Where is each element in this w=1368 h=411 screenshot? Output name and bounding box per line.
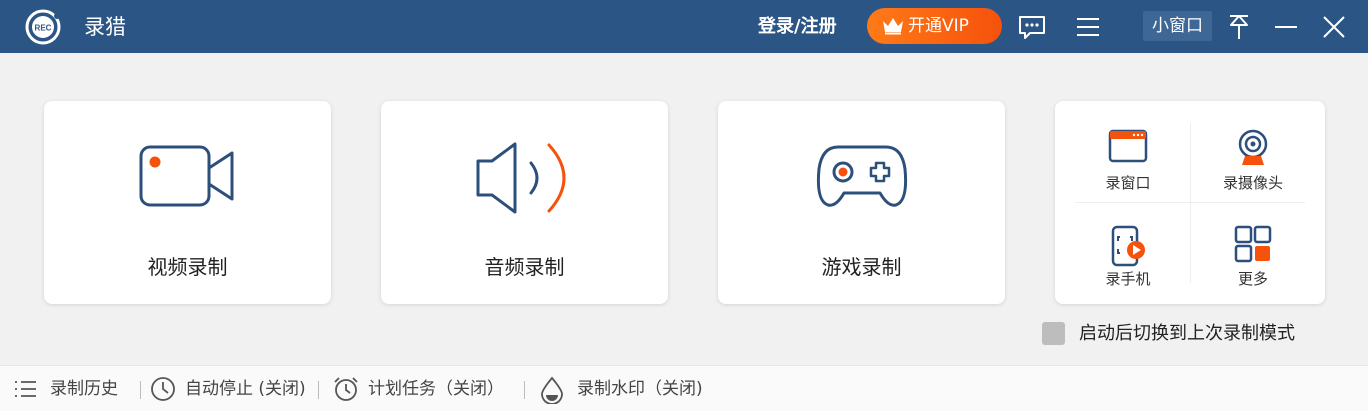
app-title: 录猎 bbox=[84, 15, 126, 39]
list-icon bbox=[15, 381, 36, 397]
menu-icon[interactable] bbox=[1073, 12, 1103, 42]
window-icon bbox=[1108, 129, 1148, 163]
open-vip-button[interactable]: 开通VIP bbox=[867, 8, 1002, 44]
mini-window-button[interactable]: 小窗口 bbox=[1143, 11, 1212, 41]
rec-logo-icon: REC bbox=[24, 8, 62, 46]
bottom-separator bbox=[140, 381, 141, 399]
logo-text: REC bbox=[35, 24, 52, 33]
auto-stop-button[interactable]: 自动停止 (关闭) bbox=[150, 376, 310, 402]
gamepad-icon bbox=[816, 145, 907, 207]
watermark-button[interactable]: 录制水印（关闭) bbox=[540, 376, 720, 404]
audio-record-card[interactable]: 音频录制 bbox=[381, 101, 668, 304]
startup-restore-mode-label: 启动后切换到上次录制模式 bbox=[1079, 323, 1295, 344]
close-icon[interactable] bbox=[1319, 12, 1349, 42]
record-history-button[interactable]: 录制历史 bbox=[14, 376, 129, 402]
vip-label: 开通VIP bbox=[908, 16, 969, 36]
panel-divider-horizontal bbox=[1075, 202, 1305, 203]
record-window-label: 录窗口 bbox=[1105, 174, 1151, 192]
crown-icon bbox=[883, 18, 903, 35]
webcam-icon bbox=[1238, 129, 1268, 165]
title-bar: REC 录猎 登录/注册 开通VIP 小窗口 bbox=[0, 0, 1368, 53]
alarm-icon bbox=[334, 377, 358, 401]
watermark-label: 录制水印（关闭) bbox=[577, 379, 703, 399]
phone-icon bbox=[1111, 225, 1145, 267]
checkbox-box[interactable] bbox=[1042, 322, 1065, 345]
droplet-icon bbox=[541, 376, 563, 404]
scheduled-task-button[interactable]: 计划任务（关闭） bbox=[333, 376, 513, 402]
record-webcam-label: 录摄像头 bbox=[1222, 174, 1283, 192]
video-record-card[interactable]: 视频录制 bbox=[44, 101, 331, 304]
record-history-label: 录制历史 bbox=[50, 379, 118, 399]
minimize-icon[interactable] bbox=[1271, 12, 1301, 42]
more-item[interactable]: 更多 bbox=[1198, 209, 1308, 289]
login-register-link[interactable]: 登录/注册 bbox=[758, 14, 837, 40]
auto-stop-label: 自动停止 (关闭) bbox=[185, 379, 306, 399]
grid-icon bbox=[1234, 225, 1272, 263]
bottom-separator bbox=[524, 381, 525, 399]
record-phone-item[interactable]: 录手机 bbox=[1073, 209, 1183, 289]
bottom-bar: 录制历史 自动停止 (关闭) 计划任务（关闭） 录制水印（关闭) bbox=[0, 365, 1368, 411]
speaker-icon bbox=[476, 142, 565, 214]
video-camera-icon bbox=[139, 145, 233, 207]
more-modes-panel: 录窗口 录摄像头 录手机 更多 bbox=[1055, 101, 1325, 304]
more-label: 更多 bbox=[1237, 270, 1268, 288]
game-record-card[interactable]: 游戏录制 bbox=[718, 101, 1005, 304]
clock-icon bbox=[151, 377, 175, 401]
bottom-separator bbox=[318, 381, 319, 399]
chat-icon[interactable] bbox=[1017, 12, 1047, 42]
record-window-item[interactable]: 录窗口 bbox=[1073, 113, 1183, 193]
video-record-label: 视频录制 bbox=[147, 255, 228, 279]
scheduled-task-label: 计划任务（关闭） bbox=[368, 379, 504, 399]
panel-divider-vertical bbox=[1190, 123, 1191, 283]
pin-icon[interactable] bbox=[1224, 12, 1254, 42]
record-webcam-item[interactable]: 录摄像头 bbox=[1198, 113, 1308, 193]
audio-record-label: 音频录制 bbox=[484, 255, 565, 279]
record-phone-label: 录手机 bbox=[1105, 270, 1151, 288]
game-record-label: 游戏录制 bbox=[821, 255, 902, 279]
